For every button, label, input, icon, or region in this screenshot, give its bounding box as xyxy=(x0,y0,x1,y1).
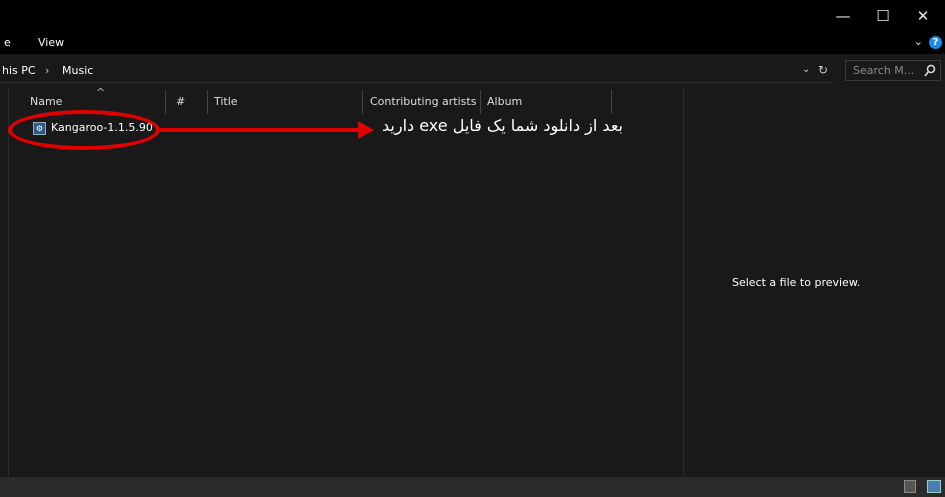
breadcrumb-this-pc[interactable]: his PC xyxy=(2,64,36,77)
close-button[interactable]: ✕ xyxy=(903,4,943,28)
refresh-icon[interactable]: ↻ xyxy=(818,63,828,77)
column-divider[interactable] xyxy=(165,90,166,114)
address-bar-row: his PC › Music ⌄ ↻ Search M... xyxy=(0,60,945,83)
annotation-arrow-head xyxy=(358,121,374,139)
breadcrumb-separator: › xyxy=(45,64,50,77)
column-divider[interactable] xyxy=(207,90,208,114)
column-title[interactable]: Title xyxy=(214,95,238,108)
breadcrumb-music[interactable]: Music xyxy=(62,64,93,77)
search-placeholder: Search M... xyxy=(853,64,915,77)
preview-pane-divider[interactable] xyxy=(683,88,684,476)
column-divider[interactable] xyxy=(611,90,612,114)
address-dropdown-icon[interactable]: ⌄ xyxy=(802,64,810,75)
column-album[interactable]: Album xyxy=(487,95,522,108)
minimize-button[interactable]: — xyxy=(823,4,863,28)
tab-view[interactable]: View xyxy=(38,36,64,49)
column-contributing-artists[interactable]: Contributing artists xyxy=(370,95,476,108)
column-number[interactable]: # xyxy=(176,95,185,108)
help-icon[interactable]: ? xyxy=(929,36,942,49)
column-header: ^ Name # Title Contributing artists Albu… xyxy=(10,86,683,114)
ribbon-tabs: e View ⌄ ? xyxy=(0,32,945,54)
search-icon[interactable] xyxy=(924,64,936,78)
annotation-circle xyxy=(8,110,160,150)
column-divider[interactable] xyxy=(480,90,481,114)
column-divider[interactable] xyxy=(362,90,363,114)
search-input[interactable]: Search M... xyxy=(845,60,941,81)
ribbon-expand-icon[interactable]: ⌄ xyxy=(914,35,923,48)
maximize-button[interactable]: ☐ xyxy=(863,4,903,28)
annotation-arrow-shaft xyxy=(160,128,360,132)
tab-file[interactable]: e xyxy=(4,36,11,49)
large-icons-view-icon[interactable] xyxy=(927,480,941,493)
sort-ascending-icon: ^ xyxy=(96,86,106,99)
column-name[interactable]: Name xyxy=(30,95,62,108)
status-bar xyxy=(0,477,945,497)
address-bar[interactable]: his PC › Music ⌄ ↻ xyxy=(0,60,833,83)
title-bar: — ☐ ✕ xyxy=(0,0,945,32)
navigation-pane-edge xyxy=(0,88,9,476)
preview-message: Select a file to preview. xyxy=(732,276,861,289)
details-view-icon[interactable] xyxy=(904,480,916,493)
annotation-text: بعد از دانلود شما یک فایل exe دارید xyxy=(382,116,623,135)
